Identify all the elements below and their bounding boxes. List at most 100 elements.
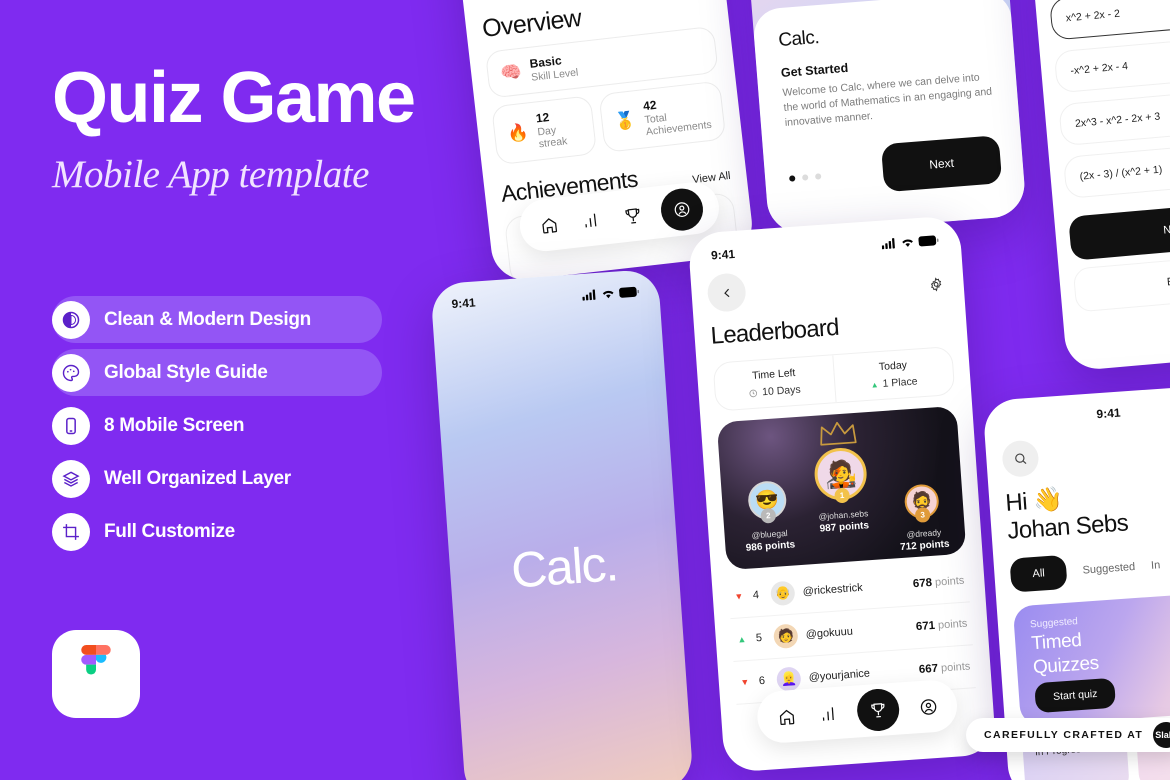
status-bar: 9:41 — [704, 230, 945, 265]
stat-label: Day streak — [536, 124, 568, 151]
start-quiz-button[interactable]: Start quiz — [1034, 677, 1117, 714]
next-button[interactable]: Next — [880, 135, 1003, 193]
avatar-emoji: 🧑‍🎤 — [823, 457, 858, 490]
answer-option-1[interactable]: x^2 + 2x - 2 — [1049, 0, 1170, 41]
phone-onboarding-screen: Calc. Get Started Welcome to Calc, where… — [735, 0, 1027, 236]
up-triangle-icon: ▲ — [870, 379, 879, 390]
poster-canvas: Quiz Game Mobile App template Clean & Mo… — [0, 0, 1170, 780]
category-tabs: All Suggested In — [1009, 544, 1170, 593]
palette-icon — [52, 353, 90, 392]
tab-value-wrap: ▲ 1 Place — [841, 373, 948, 392]
cellular-icon — [881, 237, 895, 249]
tab-today[interactable]: Today ▲ 1 Place — [831, 347, 955, 403]
chevron-left-icon — [723, 288, 729, 297]
podium: 😎 2 @bluegal 986 points 🧑‍🎤 1 @johan.seb… — [716, 405, 967, 571]
answer-option-2[interactable]: -x^2 + 2x - 4 — [1053, 33, 1170, 94]
nav-chart-icon[interactable] — [576, 206, 605, 235]
answer-option-3[interactable]: 2x^3 - x^2 - 2x + 3 — [1058, 86, 1170, 147]
nav-home-icon[interactable] — [534, 210, 563, 239]
feature-item-clean-modern-design[interactable]: Clean & Modern Design — [52, 296, 382, 343]
row-points: 671 points — [915, 618, 967, 634]
feature-item-mobile-screen[interactable]: 8 Mobile Screen — [52, 402, 382, 449]
left-info-panel: Quiz Game Mobile App template Clean & Mo… — [0, 0, 440, 780]
podium-third[interactable]: 🧔 3 @dready 712 points — [882, 482, 964, 554]
row-points-unit: points — [934, 574, 965, 589]
status-bar: 9:41 — [999, 397, 1170, 430]
crop-icon — [52, 512, 90, 551]
tab-time-left[interactable]: Time Left 10 Days — [714, 355, 835, 410]
tab-label: Today — [878, 359, 908, 374]
down-triangle-icon: ▼ — [734, 591, 744, 602]
tab-value: 10 Days — [761, 383, 802, 399]
status-time: 9:41 — [710, 246, 736, 263]
phone-quiz-screen: Find: (f + g)(x) x^2 + 2x - 2 -x^2 + 2x … — [1029, 0, 1170, 372]
tab-value-wrap: 10 Days — [721, 382, 828, 401]
settings-button[interactable] — [928, 276, 944, 297]
app-logo-text: Calc. — [777, 26, 820, 52]
search-button[interactable] — [1001, 439, 1040, 478]
answer-option-4[interactable]: (2x - 3) / (x^2 + 1) — [1062, 138, 1170, 199]
stat-total-achievements[interactable]: 🥇 42 Total Achievements — [598, 80, 727, 153]
wifi-icon — [602, 290, 614, 298]
splash-wordmark: Calc. — [509, 535, 619, 599]
podium-first[interactable]: 🧑‍🎤 1 @johan.sebs 987 points — [796, 445, 888, 536]
feature-label: Well Organized Layer — [104, 467, 291, 489]
nav-profile-icon[interactable] — [658, 186, 706, 233]
feature-item-full-customize[interactable]: Full Customize — [52, 508, 382, 555]
avatar: 🧑‍🎤 1 — [812, 446, 869, 504]
quiz-back-button[interactable]: Back — [1072, 250, 1170, 313]
row-username: @yourjanice — [808, 667, 871, 684]
slab-logo-icon: Slab! — [1153, 722, 1170, 748]
row-rank: 4 — [752, 589, 760, 602]
gear-icon — [930, 277, 942, 292]
rank-badge: 2 — [760, 507, 777, 524]
nav-trophy-icon[interactable] — [618, 201, 647, 230]
avatar: 👱‍♀️ — [775, 666, 802, 692]
tab-in-progress[interactable]: In — [1151, 559, 1161, 572]
row-points: 667 points — [918, 660, 970, 676]
tab-suggested[interactable]: Suggested — [1082, 561, 1135, 577]
down-triangle-icon: ▼ — [740, 676, 750, 688]
feature-item-organized-layer[interactable]: Well Organized Layer — [52, 455, 382, 502]
contrast-icon — [52, 300, 90, 339]
pagination-dots[interactable] — [789, 173, 822, 182]
row-points-unit: points — [937, 617, 968, 632]
dot-2[interactable] — [801, 174, 809, 181]
page-title: Quiz Game — [52, 58, 416, 138]
back-button[interactable] — [706, 272, 747, 313]
avatar: 🧑 — [772, 623, 799, 650]
figma-logo-icon — [52, 630, 140, 718]
dot-1[interactable] — [789, 175, 796, 182]
feature-item-global-style-guide[interactable]: Global Style Guide — [52, 349, 382, 396]
nav-trophy-icon[interactable] — [855, 687, 901, 733]
row-points-value: 667 — [918, 662, 939, 677]
slab-credit-text: CAREFULLY CRAFTED AT — [984, 729, 1144, 741]
fire-icon: 🔥 — [506, 122, 530, 144]
cellular-icon — [582, 288, 596, 301]
row-points: 678 points — [912, 575, 964, 591]
podium-second[interactable]: 😎 2 @bluegal 986 points — [727, 479, 810, 555]
tab-all[interactable]: All — [1009, 554, 1068, 593]
nav-profile-icon[interactable] — [914, 693, 942, 721]
phone-leaderboard-screen: 9:41 Leaderboard Time Left 10 Days Today… — [687, 215, 997, 773]
tab-label: Time Left — [751, 366, 796, 382]
suggested-quiz-card[interactable]: Suggested Timed Quizzes Start quiz — [1012, 591, 1170, 727]
leaderboard-title: Leaderboard — [709, 313, 840, 350]
leaderboard-tabs: Time Left 10 Days Today ▲ 1 Place — [712, 345, 956, 412]
slab-credit-badge[interactable]: CAREFULLY CRAFTED AT Slab! — [966, 718, 1170, 752]
rank-badge: 1 — [834, 487, 851, 504]
nav-home-icon[interactable] — [773, 703, 801, 731]
onboarding-sheet: Calc. Get Started Welcome to Calc, where… — [751, 0, 1027, 236]
dot-3[interactable] — [814, 173, 822, 180]
battery-icon — [618, 286, 640, 298]
nav-chart-icon[interactable] — [814, 700, 842, 728]
phone-splash-screen: 9:41 Calc. — [430, 268, 694, 780]
page-subtitle: Mobile App template — [52, 153, 369, 196]
avatar: 😎 2 — [746, 479, 788, 524]
onboarding-body: Welcome to Calc, where we can delve into… — [782, 71, 993, 130]
quiz-next-button[interactable]: Next — [1068, 198, 1170, 261]
row-points-value: 678 — [912, 576, 933, 591]
avatar: 👴 — [769, 580, 796, 607]
stat-day-streak[interactable]: 🔥 12 Day streak — [491, 95, 598, 166]
feature-label: 8 Mobile Screen — [104, 414, 245, 436]
